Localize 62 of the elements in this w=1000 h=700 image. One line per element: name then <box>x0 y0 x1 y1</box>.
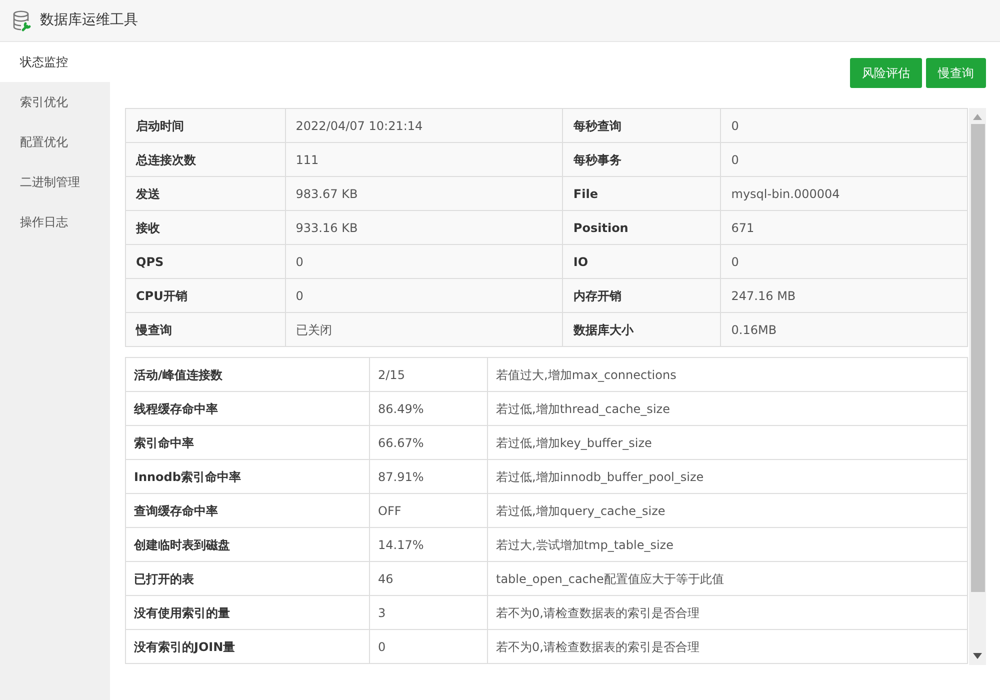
table-cell: 启动时间 <box>126 108 286 142</box>
table-cell: 247.16 MB <box>720 278 968 312</box>
database-icon <box>12 10 32 32</box>
table-cell: 983.67 KB <box>285 176 563 210</box>
table-cell: 没有索引的JOIN量 <box>126 630 370 664</box>
table-cell: 没有使用索引的量 <box>126 596 370 630</box>
table-cell: 0 <box>285 244 563 278</box>
table-cell: 线程缓存命中率 <box>126 392 370 426</box>
table-cell: IO <box>562 244 721 278</box>
table-cell: 0 <box>720 108 968 142</box>
table-cell: 2/15 <box>370 358 488 392</box>
table-cell: File <box>562 176 721 210</box>
table-cell: 若过低,增加innodb_buffer_pool_size <box>488 460 968 494</box>
table-cell: 0 <box>720 244 968 278</box>
table-cell: 每秒事务 <box>562 142 721 176</box>
table-cell: mysql-bin.000004 <box>720 176 968 210</box>
table-cell: 发送 <box>126 176 286 210</box>
sidebar-item[interactable]: 状态监控 <box>0 42 110 82</box>
table-cell: 0 <box>370 630 488 664</box>
table-cell: table_open_cache配置值应大于等于此值 <box>488 562 968 596</box>
table-cell: 0 <box>285 278 563 312</box>
table-cell: 3 <box>370 596 488 630</box>
table-cell: 接收 <box>126 210 286 244</box>
table-cell: 若过低,增加thread_cache_size <box>488 392 968 426</box>
table-cell: 慢查询 <box>126 312 286 346</box>
table-cell: 若过低,增加key_buffer_size <box>488 426 968 460</box>
table-cell: 0.16MB <box>720 312 968 346</box>
table-cell: Innodb索引命中率 <box>126 460 370 494</box>
table-cell: 2022/04/07 10:21:14 <box>285 108 563 142</box>
table-cell: 若过低,增加query_cache_size <box>488 494 968 528</box>
table-cell: 创建临时表到磁盘 <box>126 528 370 562</box>
table-cell: 总连接次数 <box>126 142 286 176</box>
table-cell: 查询缓存命中率 <box>126 494 370 528</box>
table-cell: 46 <box>370 562 488 596</box>
table-cell: 若值过大,增加max_connections <box>488 358 968 392</box>
window-title: 数据库运维工具 <box>40 11 138 30</box>
table-cell: 若过大,尝试增加tmp_table_size <box>488 528 968 562</box>
table-cell: 若不为0,请检查数据表的索引是否合理 <box>488 596 968 630</box>
table-cell: OFF <box>370 494 488 528</box>
table-cell: Position <box>562 210 721 244</box>
table-cell: 66.67% <box>370 426 488 460</box>
table-cell: 索引命中率 <box>126 426 370 460</box>
table-cell: 111 <box>285 142 563 176</box>
table-cell: 671 <box>720 210 968 244</box>
table-cell: 933.16 KB <box>285 210 563 244</box>
table-cell: QPS <box>126 244 286 278</box>
table-cell: 0 <box>720 142 968 176</box>
table-cell: 活动/峰值连接数 <box>126 358 370 392</box>
scrollbar[interactable] <box>969 108 986 665</box>
table-cell: 14.17% <box>370 528 488 562</box>
table-cell: CPU开销 <box>126 278 286 312</box>
table-cell: 数据库大小 <box>562 312 721 346</box>
scroll-up-icon[interactable] <box>973 114 982 120</box>
table-cell: 已打开的表 <box>126 562 370 596</box>
table-cell: 已关闭 <box>285 312 563 346</box>
table-cell: 86.49% <box>370 392 488 426</box>
scrollbar-thumb[interactable] <box>970 124 984 592</box>
table-cell: 87.91% <box>370 460 488 494</box>
scroll-down-icon[interactable] <box>973 653 982 659</box>
table-cell: 若不为0,请检查数据表的索引是否合理 <box>488 630 968 664</box>
table-cell: 每秒查询 <box>562 108 721 142</box>
table-cell: 内存开销 <box>562 278 721 312</box>
